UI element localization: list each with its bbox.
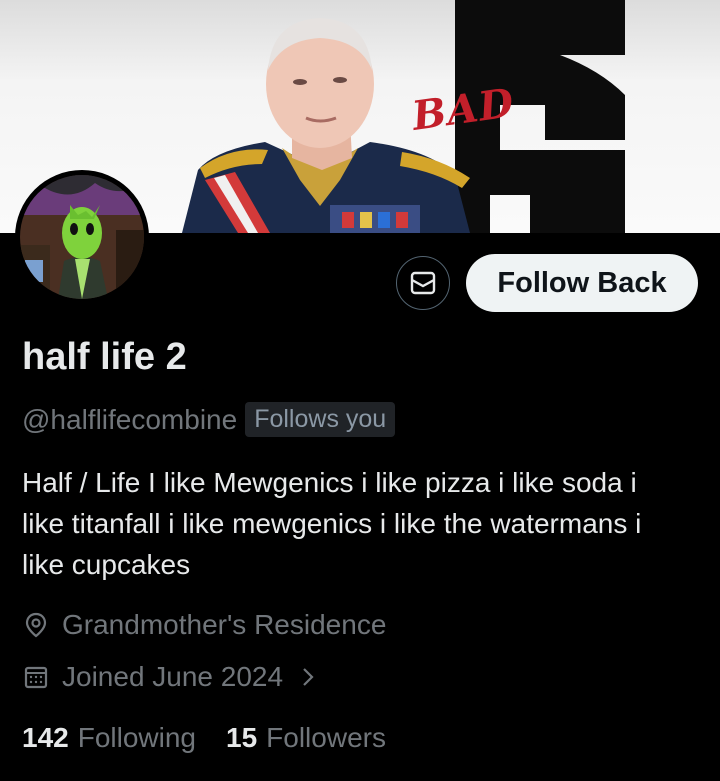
avatar[interactable] <box>15 170 149 304</box>
location-text: Grandmother's Residence <box>62 609 387 640</box>
location-pin-icon <box>22 611 50 639</box>
message-button[interactable] <box>396 256 450 310</box>
followers-label: Followers <box>266 722 386 753</box>
joined-text: Joined June 2024 <box>62 661 284 692</box>
calendar-icon <box>22 663 50 691</box>
envelope-icon <box>410 271 436 295</box>
location-row: Grandmother's Residence <box>22 609 386 641</box>
user-handle: @halflifecombine <box>22 403 238 435</box>
display-name: half life 2 <box>22 336 187 378</box>
chevron-right-icon <box>301 666 315 688</box>
joined-row[interactable]: Joined June 2024 <box>22 661 315 693</box>
following-link[interactable]: 142 Following <box>22 722 196 754</box>
profile-bio: Half / Life I like Mewgenics i like pizz… <box>22 467 642 580</box>
follow-stats: 142 Following 15 Followers <box>22 722 386 754</box>
following-label: Following <box>77 722 196 753</box>
avatar-image <box>20 175 144 299</box>
following-count: 142 <box>22 722 69 753</box>
followers-link[interactable]: 15 Followers <box>226 722 386 754</box>
followers-count: 15 <box>226 722 258 753</box>
follow-back-button[interactable]: Follow Back <box>466 254 698 312</box>
follows-you-badge: Follows you <box>245 402 396 437</box>
handle-row: @halflifecombine Follows you <box>22 402 396 437</box>
